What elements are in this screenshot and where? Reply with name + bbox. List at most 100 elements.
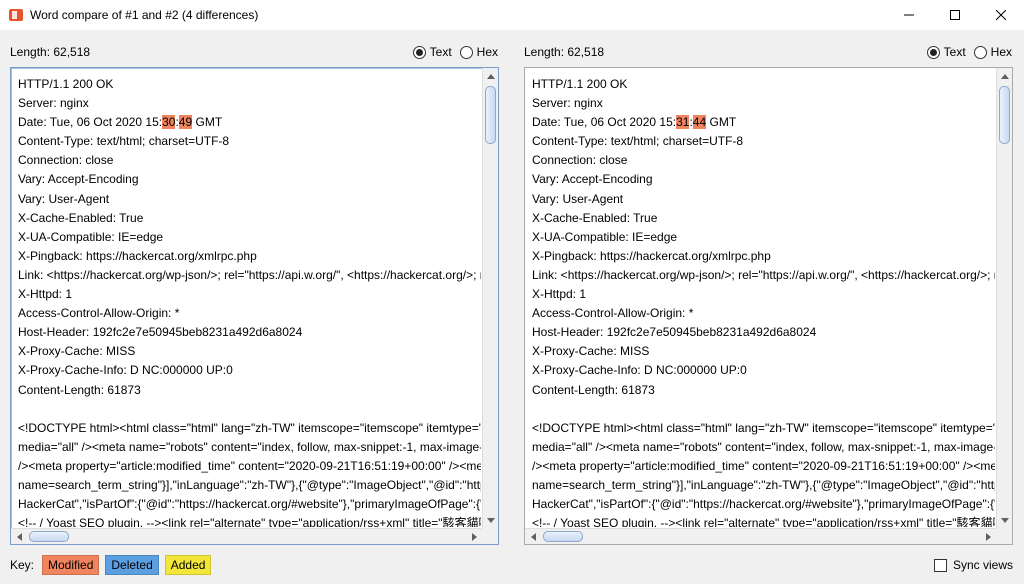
- text-line: Content-Type: text/html; charset=UTF-8: [532, 132, 995, 151]
- text-segment: Vary: Accept-Encoding: [18, 172, 139, 187]
- left-horizontal-scrollbar[interactable]: [11, 528, 482, 544]
- text-line: HackerCat","isPartOf":{"@id":"https://ha…: [532, 495, 995, 514]
- right-panel-header: Length: 62,518 Text Hex: [524, 42, 1012, 62]
- text-line: X-Proxy-Cache: MISS: [532, 342, 995, 361]
- key-modified: Modified: [42, 555, 100, 575]
- window-controls: [886, 0, 1024, 30]
- left-panel-header: Length: 62,518 Text Hex: [10, 42, 498, 62]
- sync-views-label: Sync views: [952, 558, 1013, 572]
- sync-views-checkbox[interactable]: [933, 558, 947, 572]
- text-segment: GMT: [192, 115, 223, 130]
- scroll-right-arrow-icon[interactable]: [466, 529, 482, 545]
- text-line: [18, 400, 481, 419]
- text-segment: HackerCat","isPartOf":{"@id":"https://ha…: [18, 497, 481, 512]
- text-line: X-UA-Compatible: IE=edge: [18, 228, 481, 247]
- left-hex-option[interactable]: Hex: [459, 45, 498, 59]
- scroll-left-arrow-icon[interactable]: [525, 529, 541, 545]
- right-horizontal-scrollbar[interactable]: [525, 528, 996, 544]
- text-segment: X-Pingback: https://hackercat.org/xmlrpc…: [18, 248, 257, 263]
- text-segment: HTTP/1.1 200 OK: [532, 77, 628, 91]
- text-segment: X-Pingback: https://hackercat.org/xmlrpc…: [532, 248, 771, 263]
- text-segment: Access-Control-Allow-Origin: *: [18, 306, 180, 321]
- text-line: Date: Tue, 06 Oct 2020 15:30:49 GMT: [18, 113, 481, 132]
- text-segment: HTTP/1.1 200 OK: [18, 77, 114, 91]
- maximize-icon: [950, 10, 960, 20]
- scroll-left-arrow-icon[interactable]: [11, 529, 27, 545]
- right-scroll-corner: [996, 528, 1012, 544]
- text-line: Host-Header: 192fc2e7e50945beb8231a492d6…: [532, 323, 995, 342]
- right-horizontal-scroll-thumb[interactable]: [543, 531, 583, 542]
- right-text-radio[interactable]: [926, 45, 940, 59]
- close-button[interactable]: [978, 0, 1024, 30]
- text-line: X-Proxy-Cache-Info: D NC:000000 UP:0: [532, 361, 995, 380]
- text-segment: <!DOCTYPE html><html class="html" lang="…: [18, 420, 481, 435]
- scroll-up-arrow-icon[interactable]: [997, 68, 1013, 84]
- sync-views-option[interactable]: Sync views: [933, 558, 1013, 572]
- right-hex-radio-label: Hex: [990, 45, 1012, 59]
- text-segment: <!-- / Yoast SEO plugin. --><link rel="a…: [532, 516, 995, 527]
- scroll-up-arrow-icon[interactable]: [483, 68, 499, 84]
- text-line: name=search_term_string"}],"inLanguage":…: [532, 476, 995, 495]
- text-line: Vary: User-Agent: [18, 190, 481, 209]
- text-line: media="all" /><meta name="robots" conten…: [532, 438, 995, 457]
- left-text-content[interactable]: HTTP/1.1 200 OK Server: nginx Date: Tue, 0…: [18, 75, 481, 527]
- right-hex-option[interactable]: Hex: [973, 45, 1012, 59]
- text-line: Connection: close: [18, 151, 481, 170]
- text-segment: Vary: User-Agent: [18, 191, 110, 206]
- left-vertical-scroll-thumb[interactable]: [485, 86, 496, 144]
- modified-word: 44: [692, 115, 707, 130]
- text-line: Vary: Accept-Encoding: [18, 170, 481, 189]
- right-text-editor[interactable]: HTTP/1.1 200 OK Server: nginx Date: Tue, 0…: [524, 67, 1013, 545]
- scroll-right-arrow-icon[interactable]: [980, 529, 996, 545]
- text-line: <!-- / Yoast SEO plugin. --><link rel="a…: [18, 514, 481, 527]
- text-line: Link: <https://hackercat.org/wp-json/>; …: [18, 266, 481, 285]
- right-vertical-scroll-thumb[interactable]: [999, 86, 1010, 144]
- left-vertical-scrollbar[interactable]: [482, 68, 498, 528]
- text-segment: HackerCat","isPartOf":{"@id":"https://ha…: [532, 497, 995, 512]
- right-text-content[interactable]: HTTP/1.1 200 OK Server: nginx Date: Tue, 0…: [532, 75, 995, 527]
- scroll-down-arrow-icon[interactable]: [997, 512, 1013, 528]
- left-horizontal-scroll-thumb[interactable]: [29, 531, 69, 542]
- text-segment: Connection: close: [18, 153, 114, 168]
- text-segment: X-Proxy-Cache-Info: D NC:000000 UP:0: [532, 363, 747, 378]
- left-scroll-corner: [482, 528, 498, 544]
- text-segment: X-Httpd: 1: [532, 287, 587, 302]
- text-line: X-Pingback: https://hackercat.org/xmlrpc…: [18, 247, 481, 266]
- text-segment: X-Cache-Enabled: True: [18, 210, 144, 225]
- text-line: Access-Control-Allow-Origin: *: [18, 304, 481, 323]
- minimize-icon: [904, 14, 914, 16]
- text-segment: /><meta property="article:modified_time"…: [532, 458, 995, 473]
- text-line: Host-Header: 192fc2e7e50945beb8231a492d6…: [18, 323, 481, 342]
- right-vertical-scrollbar[interactable]: [996, 68, 1012, 528]
- text-segment: Vary: Accept-Encoding: [532, 172, 653, 187]
- text-line: HackerCat","isPartOf":{"@id":"https://ha…: [18, 495, 481, 514]
- right-hex-radio[interactable]: [973, 45, 987, 59]
- maximize-button[interactable]: [932, 0, 978, 30]
- text-segment: Host-Header: 192fc2e7e50945beb8231a492d6…: [18, 325, 303, 340]
- text-line: name=search_term_string"}],"inLanguage":…: [18, 476, 481, 495]
- right-text-option[interactable]: Text: [926, 45, 966, 59]
- text-segment: /><meta property="article:modified_time"…: [18, 458, 481, 473]
- text-segment: Access-Control-Allow-Origin: *: [532, 306, 694, 321]
- text-segment: <!DOCTYPE html><html class="html" lang="…: [532, 420, 995, 435]
- text-line: X-Pingback: https://hackercat.org/xmlrpc…: [532, 247, 995, 266]
- text-segment: Link: <https://hackercat.org/wp-json/>; …: [18, 267, 481, 282]
- left-text-radio[interactable]: [412, 45, 426, 59]
- minimize-button[interactable]: [886, 0, 932, 30]
- text-segment: name=search_term_string"}],"inLanguage":…: [532, 477, 995, 492]
- scroll-down-arrow-icon[interactable]: [483, 512, 499, 528]
- text-line: [532, 400, 995, 419]
- text-segment: X-Cache-Enabled: True: [532, 210, 658, 225]
- key-label: Key:: [10, 558, 35, 572]
- left-text-option[interactable]: Text: [412, 45, 452, 59]
- left-text-editor[interactable]: HTTP/1.1 200 OK Server: nginx Date: Tue, 0…: [10, 67, 499, 545]
- text-line: /><meta property="article:modified_time"…: [18, 457, 481, 476]
- text-line: X-Proxy-Cache: MISS: [18, 342, 481, 361]
- text-segment: media="all" /><meta name="robots" conten…: [532, 439, 995, 454]
- left-text-radio-label: Text: [429, 45, 452, 59]
- left-hex-radio[interactable]: [459, 45, 473, 59]
- left-hex-radio-label: Hex: [476, 45, 498, 59]
- text-line: <!-- / Yoast SEO plugin. --><link rel="a…: [532, 514, 995, 527]
- text-line: Server: nginx: [532, 94, 995, 113]
- text-segment: Date: Tue, 06 Oct 2020 15:: [532, 115, 677, 130]
